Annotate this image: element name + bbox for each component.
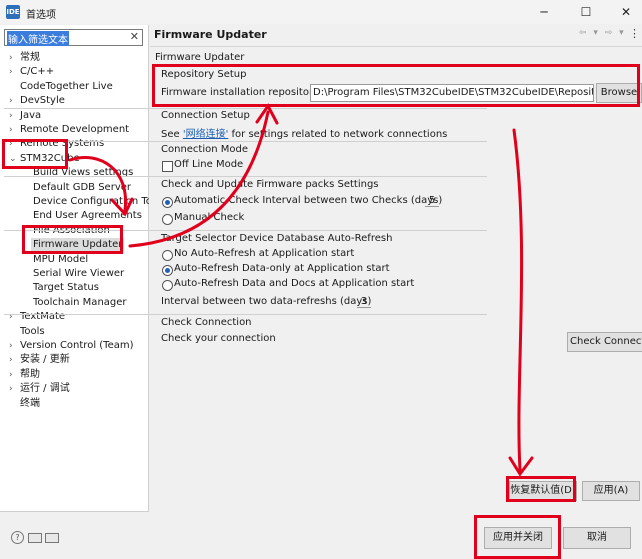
tree-item[interactable]: Java [20,109,41,123]
view-menu-icon[interactable]: ⋮ [629,27,640,40]
tree-item[interactable]: 终端 [20,397,40,411]
no-auto-refresh-label: No Auto-Refresh at Application start [174,248,355,259]
tree-item[interactable]: Toolchain Manager [33,296,127,310]
collapsed-arrow-icon[interactable]: › [9,109,13,123]
tree-item[interactable]: Target Status [33,281,99,295]
collapsed-arrow-icon[interactable]: › [9,368,13,382]
cancel-button[interactable]: 取消 [563,527,631,549]
network-connections-link[interactable]: '网络连接' [183,129,229,140]
offline-mode-label: Off Line Mode [174,159,244,170]
apply-button[interactable]: 应用(A) [582,481,640,501]
data-docs-refresh-label: Auto-Refresh Data and Docs at Applicatio… [174,278,415,289]
tree-item[interactable]: Version Control (Team) [20,339,134,353]
connection-mode-title: Connection Mode [161,144,249,155]
annotation-box-firmware-updater [22,225,123,254]
tree-item[interactable]: 常规 [20,51,40,65]
check-interval-input[interactable]: 5 [425,195,439,207]
collapsed-arrow-icon[interactable]: › [9,65,13,79]
refresh-interval-input[interactable]: 3 [357,296,371,308]
collapsed-arrow-icon[interactable]: › [9,51,13,65]
page-heading: Firmware Updater [154,28,267,41]
tree-item[interactable]: C/C++ [20,65,54,79]
automatic-check-radio[interactable] [162,197,173,208]
tree-item[interactable]: Default GDB Server [33,181,131,195]
check-connection-title: Check Connection [161,317,252,328]
annotation-box-apply-close [474,515,561,559]
export-icon[interactable] [45,533,59,543]
close-button[interactable]: ✕ [612,3,640,21]
connection-setup-rest: for settings related to network connecti… [231,129,448,140]
check-update-title: Check and Update Firmware packs Settings [161,179,379,190]
see-text: See [161,129,180,140]
minimize-button[interactable]: ─ [530,3,558,21]
connection-setup-text: See '网络连接' for settings related to netwo… [161,125,447,140]
collapsed-arrow-icon[interactable]: › [9,94,13,108]
annotation-box-restore-defaults [506,476,576,502]
collapsed-arrow-icon[interactable]: › [9,353,13,367]
data-docs-refresh-radio[interactable] [162,280,173,291]
connection-setup-title: Connection Setup [161,110,250,121]
tree-item[interactable]: 安装 / 更新 [20,353,70,367]
collapsed-arrow-icon[interactable]: › [9,310,13,324]
filter-placeholder: 输入筛选文本 [7,31,69,46]
tree-item[interactable]: DevStyle [20,94,65,108]
check-connection-button[interactable]: Check Connection [567,332,642,352]
back-forward-icon[interactable]: ⇦ ▾ ⇨ ▾ [579,28,626,38]
data-only-refresh-radio[interactable] [162,265,173,276]
filter-input[interactable]: 输入筛选文本 ✕ [4,29,143,46]
maximize-button[interactable]: ☐ [572,3,600,21]
collapsed-arrow-icon[interactable]: › [9,339,13,353]
data-only-refresh-label: Auto-Refresh Data-only at Application st… [174,263,390,274]
tree-item[interactable]: CodeTogether Live [20,80,113,94]
tree-item[interactable]: MPU Model [33,253,88,267]
tree-item[interactable]: Remote Development [20,123,129,137]
import-icon[interactable] [28,533,42,543]
clear-filter-icon[interactable]: ✕ [130,30,139,43]
automatic-check-label: Automatic Check Interval between two Che… [174,195,443,206]
tree-item[interactable]: Serial Wire Viewer [33,267,124,281]
tree-item[interactable]: 帮助 [20,368,40,382]
divider [4,141,487,142]
window-title: 首选项 [26,10,56,21]
help-icon[interactable]: ? [11,531,24,544]
divider [4,108,487,109]
page-title: Firmware Updater [155,52,245,63]
tree-item[interactable]: Tools [20,325,45,339]
manual-check-label: Manual Check [174,212,245,223]
collapsed-arrow-icon[interactable]: › [9,123,13,137]
tree-item[interactable]: End User Agreements [33,209,142,223]
title-bar: IDE 首选项 ─ ☐ ✕ [0,0,642,24]
no-auto-refresh-radio[interactable] [162,250,173,261]
divider [4,314,487,315]
tree-item[interactable]: Device Configuration Tool [33,195,161,209]
app-icon: IDE [6,5,20,19]
preferences-tree-panel: 输入筛选文本 ✕ 常规 › C/C++ › CodeTogether Live DevSt… [0,25,161,512]
target-selector-title: Target Selector Device Database Auto-Ref… [161,233,393,244]
annotation-box-repository [152,64,640,107]
manual-check-radio[interactable] [162,214,173,225]
annotation-box-stm32cube [2,139,68,169]
divider [4,176,487,177]
tree-item[interactable]: TextMate [20,310,65,324]
refresh-interval-label: Interval between two data-refreshs (days… [161,296,372,307]
check-connection-label: Check your connection [161,333,276,344]
offline-mode-checkbox[interactable] [162,161,173,172]
tree-item[interactable]: 运行 / 调试 [20,382,70,396]
collapsed-arrow-icon[interactable]: › [9,382,13,396]
